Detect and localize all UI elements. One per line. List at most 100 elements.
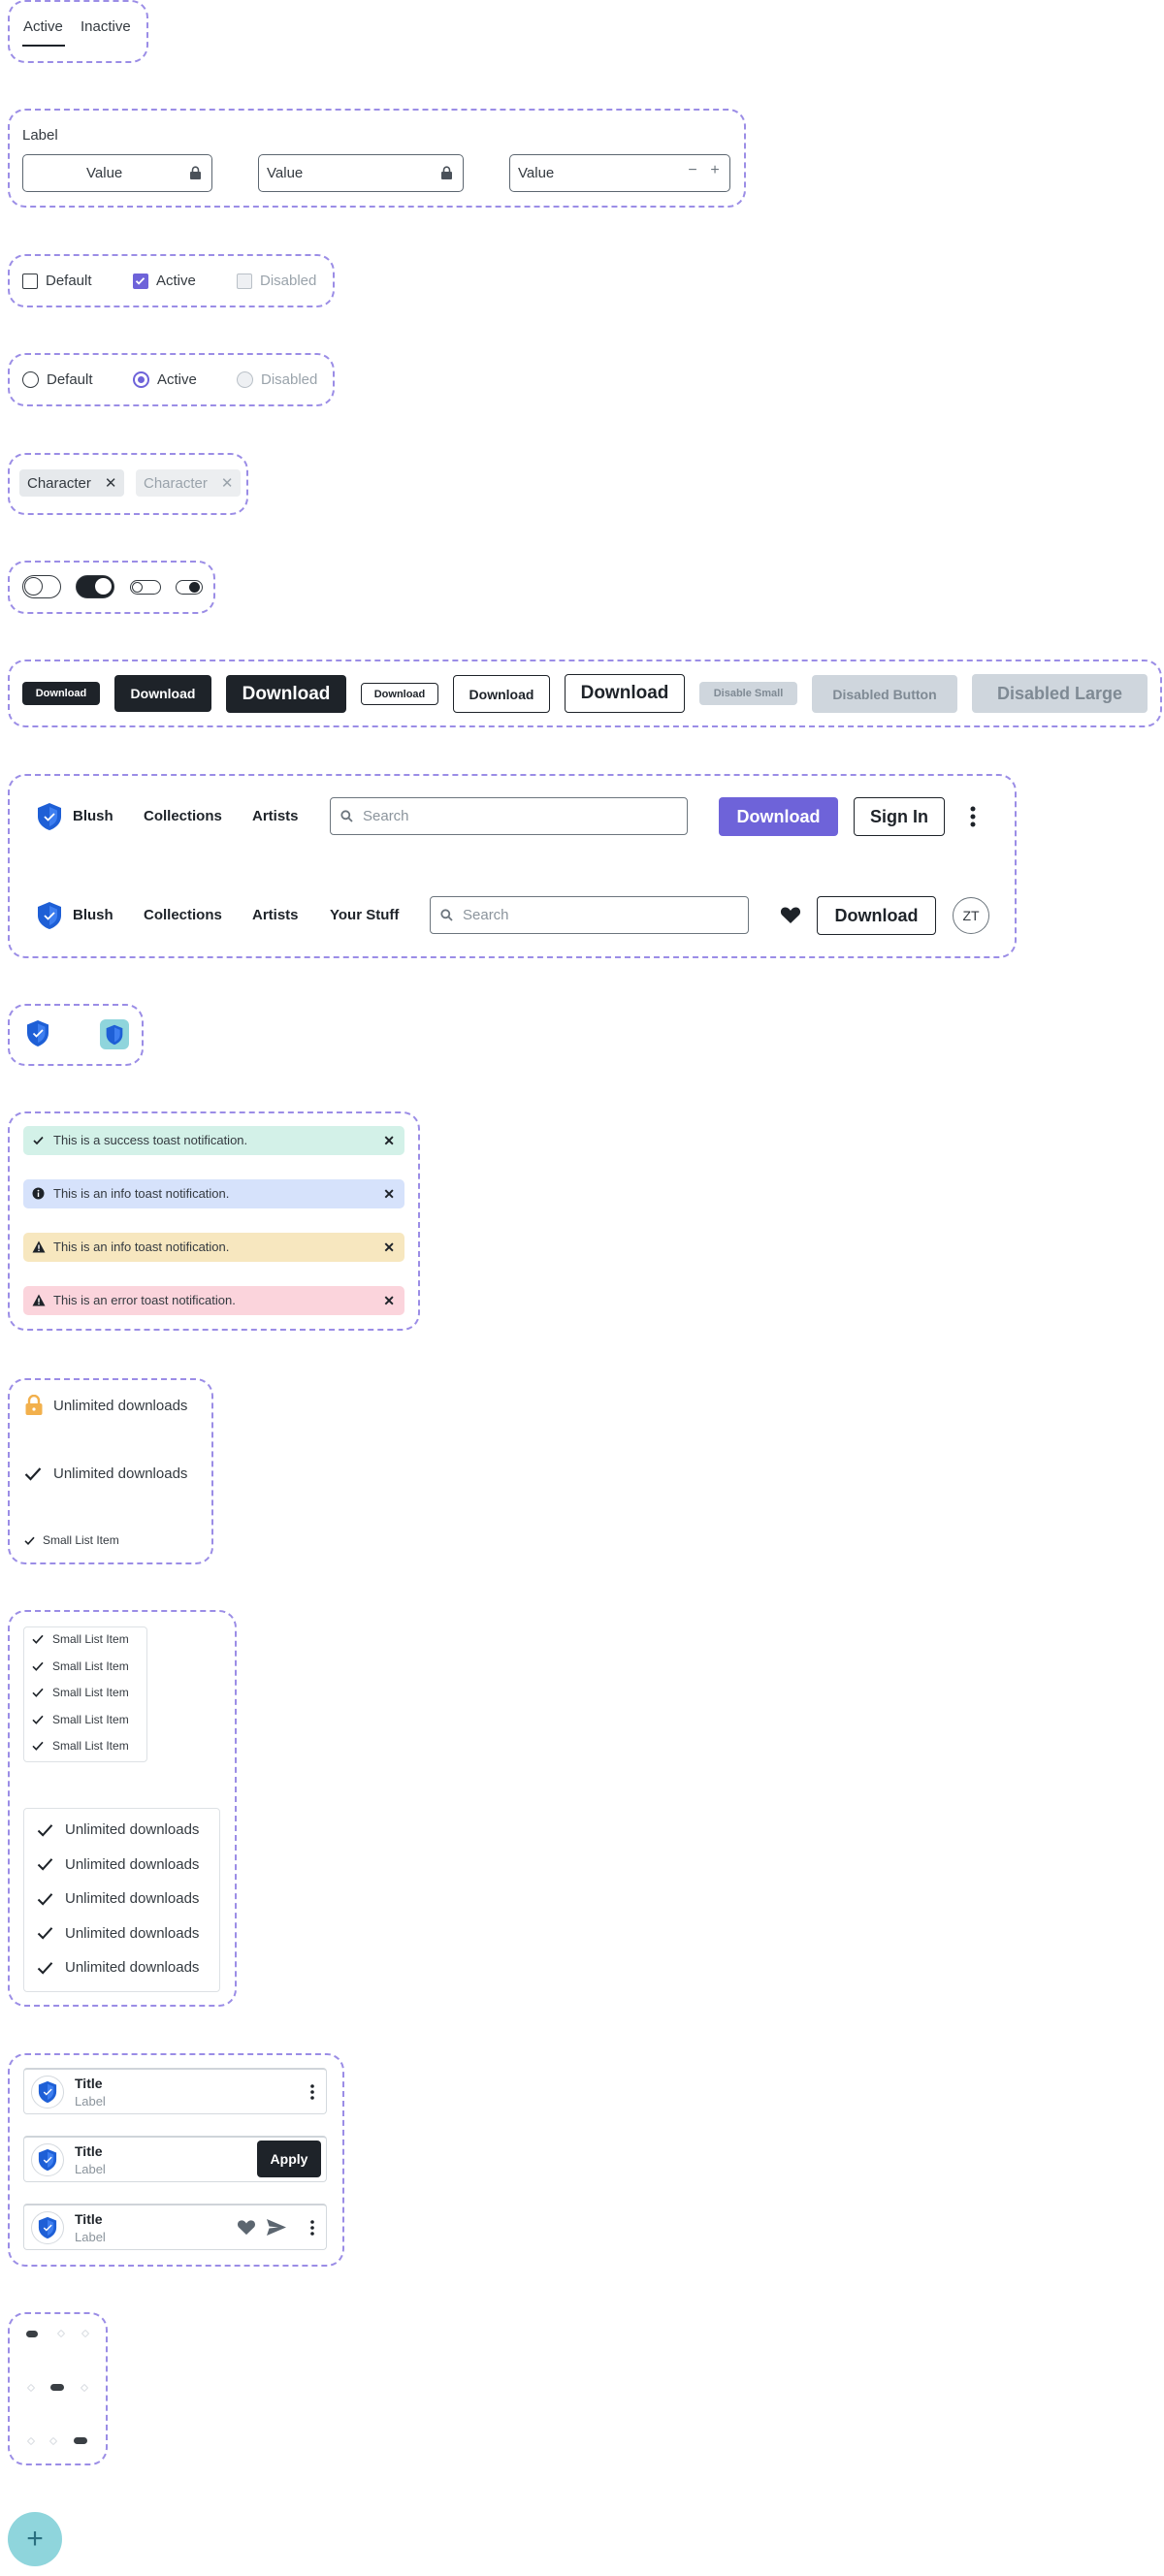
- card-shield-icon: [31, 2076, 64, 2109]
- toggle-large-on[interactable]: [76, 575, 114, 598]
- list-item-label: Small List Item: [52, 1712, 129, 1726]
- toggle-small-on[interactable]: [176, 580, 203, 595]
- quantity-stepper[interactable]: Value − +: [509, 154, 730, 192]
- list-item-label: Small List Item: [52, 1739, 129, 1753]
- tab-active-underline: [22, 45, 65, 47]
- download-button-large[interactable]: Download: [226, 675, 346, 713]
- tab-active[interactable]: Active: [23, 18, 63, 35]
- add-fab-button[interactable]: +: [8, 2512, 62, 2566]
- card-apply[interactable]: Title Label Apply: [23, 2136, 327, 2182]
- more-vertical-icon[interactable]: [309, 2219, 315, 2237]
- check-icon: [37, 1961, 53, 1975]
- list-item-label: Unlimited downloads: [65, 1890, 200, 1907]
- check-icon: [32, 1634, 44, 1644]
- list-item: Small List Item: [32, 1632, 129, 1646]
- search-placeholder: Search: [463, 907, 509, 923]
- radio-default[interactable]: Default: [22, 371, 93, 388]
- card-menu[interactable]: Title Label: [23, 2068, 327, 2114]
- card-title: Title: [75, 2143, 103, 2159]
- list-item-label: Small List Item: [43, 1533, 119, 1547]
- list-item: Small List Item: [32, 1659, 129, 1673]
- more-vertical-icon[interactable]: [969, 805, 977, 828]
- list-item-label: Unlimited downloads: [65, 1924, 200, 1942]
- checkbox-default[interactable]: Default: [22, 273, 92, 289]
- locked-input-centered[interactable]: Value: [22, 154, 212, 192]
- close-icon[interactable]: ✕: [383, 1186, 395, 1203]
- nav-link-your-stuff[interactable]: Your Stuff: [330, 907, 399, 923]
- chip[interactable]: Character ✕: [19, 469, 125, 497]
- toggle-small-off[interactable]: [130, 580, 161, 595]
- disabled-button-large: Disabled Large: [972, 674, 1148, 713]
- toast-message: This is a success toast notification.: [53, 1133, 248, 1147]
- download-button[interactable]: Download: [817, 896, 936, 935]
- nav-link-artists[interactable]: Artists: [252, 808, 299, 824]
- heart-icon[interactable]: [780, 906, 801, 924]
- input-value: Value: [86, 165, 123, 181]
- download-button-small[interactable]: Download: [22, 682, 100, 705]
- brand-name[interactable]: Blush: [73, 907, 113, 923]
- card-actions[interactable]: Title Label: [23, 2204, 327, 2250]
- avatar[interactable]: ZT: [953, 897, 989, 934]
- more-vertical-icon[interactable]: [309, 2083, 315, 2101]
- plus-icon: +: [26, 2523, 44, 2555]
- radio-circle-selected[interactable]: [133, 371, 149, 388]
- card-label: Label: [75, 2162, 106, 2176]
- list-item-small: Small List Item: [24, 1533, 119, 1547]
- chip-remove-icon[interactable]: ✕: [105, 474, 117, 492]
- brand-shield-icon[interactable]: [36, 802, 63, 831]
- nav-link-collections[interactable]: Collections: [144, 907, 222, 923]
- disabled-button-small: Disable Small: [699, 682, 797, 705]
- tab-inactive[interactable]: Inactive: [81, 18, 131, 35]
- list-item-check: Unlimited downloads: [24, 1465, 187, 1482]
- toggle-large-off[interactable]: [22, 575, 61, 598]
- stepper-minus-button[interactable]: −: [685, 162, 700, 179]
- locked-input[interactable]: Value: [258, 154, 464, 192]
- search-input[interactable]: Search: [430, 896, 749, 934]
- check-icon: [37, 1927, 53, 1940]
- checkbox-box[interactable]: [22, 273, 38, 289]
- check-icon: [32, 1134, 45, 1146]
- close-icon[interactable]: ✕: [383, 1293, 395, 1309]
- toast-success: This is a success toast notification. ✕: [23, 1126, 404, 1155]
- chip-disabled: Character ✕: [136, 469, 242, 497]
- field-label: Label: [22, 127, 58, 144]
- download-button[interactable]: Download: [719, 797, 838, 836]
- stepper-plus-button[interactable]: +: [707, 162, 723, 179]
- brand-shield-icon[interactable]: [36, 901, 63, 930]
- sign-in-button[interactable]: Sign In: [854, 797, 945, 836]
- toast-warning: This is an info toast notification. ✕: [23, 1233, 404, 1262]
- apply-button[interactable]: Apply: [257, 2141, 321, 2177]
- brand-name[interactable]: Blush: [73, 808, 113, 824]
- loader-dot-active: [50, 2384, 64, 2391]
- check-icon: [32, 1715, 44, 1724]
- list-item-lock: Unlimited downloads: [24, 1395, 187, 1416]
- chip-remove-icon: ✕: [220, 475, 234, 492]
- search-input[interactable]: Search: [330, 797, 688, 835]
- toggle-knob: [132, 582, 143, 593]
- card-label: Label: [75, 2230, 106, 2244]
- toggle-knob: [189, 582, 200, 593]
- radio-label: Disabled: [261, 371, 318, 388]
- loader-dot-active: [26, 2331, 38, 2337]
- download-button-medium[interactable]: Download: [114, 675, 211, 712]
- nav-link-artists[interactable]: Artists: [252, 907, 299, 923]
- card-title: Title: [75, 2211, 103, 2227]
- toast-error: This is an error toast notification. ✕: [23, 1286, 404, 1315]
- download-outline-button-small[interactable]: Download: [361, 683, 438, 705]
- list-item: Unlimited downloads: [37, 1890, 199, 1907]
- loader-dot-active: [74, 2437, 87, 2444]
- search-placeholder: Search: [363, 808, 409, 824]
- radio-active[interactable]: Active: [133, 371, 197, 388]
- checkbox-box-checked[interactable]: [133, 273, 148, 289]
- download-outline-button-medium[interactable]: Download: [453, 675, 550, 713]
- checkbox-active[interactable]: Active: [133, 273, 196, 289]
- nav-link-collections[interactable]: Collections: [144, 808, 222, 824]
- download-outline-button-large[interactable]: Download: [565, 674, 685, 713]
- close-icon[interactable]: ✕: [383, 1133, 395, 1149]
- close-icon[interactable]: ✕: [383, 1240, 395, 1256]
- heart-icon[interactable]: [237, 2219, 256, 2236]
- send-icon[interactable]: [266, 2218, 287, 2237]
- toast-message: This is an info toast notification.: [53, 1186, 230, 1201]
- radio-circle[interactable]: [22, 371, 39, 388]
- chip-label: Character: [144, 474, 208, 492]
